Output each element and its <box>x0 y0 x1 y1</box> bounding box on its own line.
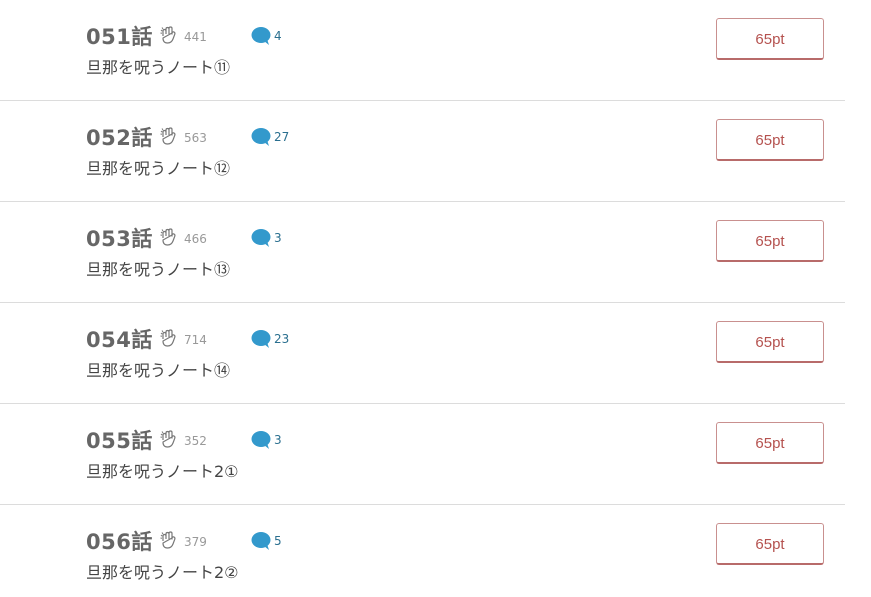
clap-icon[interactable] <box>159 25 179 45</box>
purchase-price-button[interactable]: 65pt <box>716 220 824 262</box>
episode-title[interactable]: 旦那を呪うノート⑬ <box>86 256 230 280</box>
comment-count[interactable]: 5 <box>274 534 282 548</box>
clap-icon[interactable] <box>159 429 179 449</box>
episode-row[interactable]: 054話 714 23 旦那を呪うノート⑭ 65pt <box>0 303 845 404</box>
purchase-price-button[interactable]: 65pt <box>716 523 824 565</box>
purchase-price-button[interactable]: 65pt <box>716 422 824 464</box>
clap-count: 466 <box>184 232 207 246</box>
clap-count: 714 <box>184 333 207 347</box>
episode-number: 053話 <box>86 227 153 251</box>
episode-row[interactable]: 053話 466 3 旦那を呪うノート⑬ 65pt <box>0 202 845 303</box>
episode-title[interactable]: 旦那を呪うノート⑪ <box>86 54 230 78</box>
comment-count[interactable]: 27 <box>274 130 289 144</box>
episode-number: 056話 <box>86 530 153 554</box>
episode-title[interactable]: 旦那を呪うノート2① <box>86 458 239 482</box>
episode-title[interactable]: 旦那を呪うノート⑭ <box>86 357 230 381</box>
comment-count[interactable]: 4 <box>274 29 282 43</box>
episode-row[interactable]: 051話 441 4 旦那を呪うノート⑪ 65pt <box>0 0 845 101</box>
purchase-price-button[interactable]: 65pt <box>716 18 824 60</box>
comment-bubble-icon[interactable] <box>250 329 272 349</box>
clap-icon[interactable] <box>159 227 179 247</box>
clap-icon[interactable] <box>159 126 179 146</box>
episode-row[interactable]: 056話 379 5 旦那を呪うノート2② 65pt <box>0 505 845 597</box>
comment-count[interactable]: 23 <box>274 332 289 346</box>
episode-list: 051話 441 4 旦那を呪うノート⑪ 65pt 052話 563 27 旦那を呪うノート⑫ 6… <box>0 0 871 597</box>
clap-count: 352 <box>184 434 207 448</box>
episode-row[interactable]: 052話 563 27 旦那を呪うノート⑫ 65pt <box>0 101 845 202</box>
episode-number: 051話 <box>86 25 153 49</box>
purchase-price-button[interactable]: 65pt <box>716 321 824 363</box>
clap-count: 563 <box>184 131 207 145</box>
clap-icon[interactable] <box>159 530 179 550</box>
episode-number: 054話 <box>86 328 153 352</box>
clap-count: 379 <box>184 535 207 549</box>
comment-bubble-icon[interactable] <box>250 127 272 147</box>
episode-row[interactable]: 055話 352 3 旦那を呪うノート2① 65pt <box>0 404 845 505</box>
episode-title[interactable]: 旦那を呪うノート⑫ <box>86 155 230 179</box>
comment-count[interactable]: 3 <box>274 231 282 245</box>
comment-count[interactable]: 3 <box>274 433 282 447</box>
episode-number: 052話 <box>86 126 153 150</box>
comment-bubble-icon[interactable] <box>250 228 272 248</box>
clap-icon[interactable] <box>159 328 179 348</box>
comment-bubble-icon[interactable] <box>250 531 272 551</box>
episode-title[interactable]: 旦那を呪うノート2② <box>86 559 239 583</box>
purchase-price-button[interactable]: 65pt <box>716 119 824 161</box>
comment-bubble-icon[interactable] <box>250 430 272 450</box>
episode-number: 055話 <box>86 429 153 453</box>
comment-bubble-icon[interactable] <box>250 26 272 46</box>
clap-count: 441 <box>184 30 207 44</box>
